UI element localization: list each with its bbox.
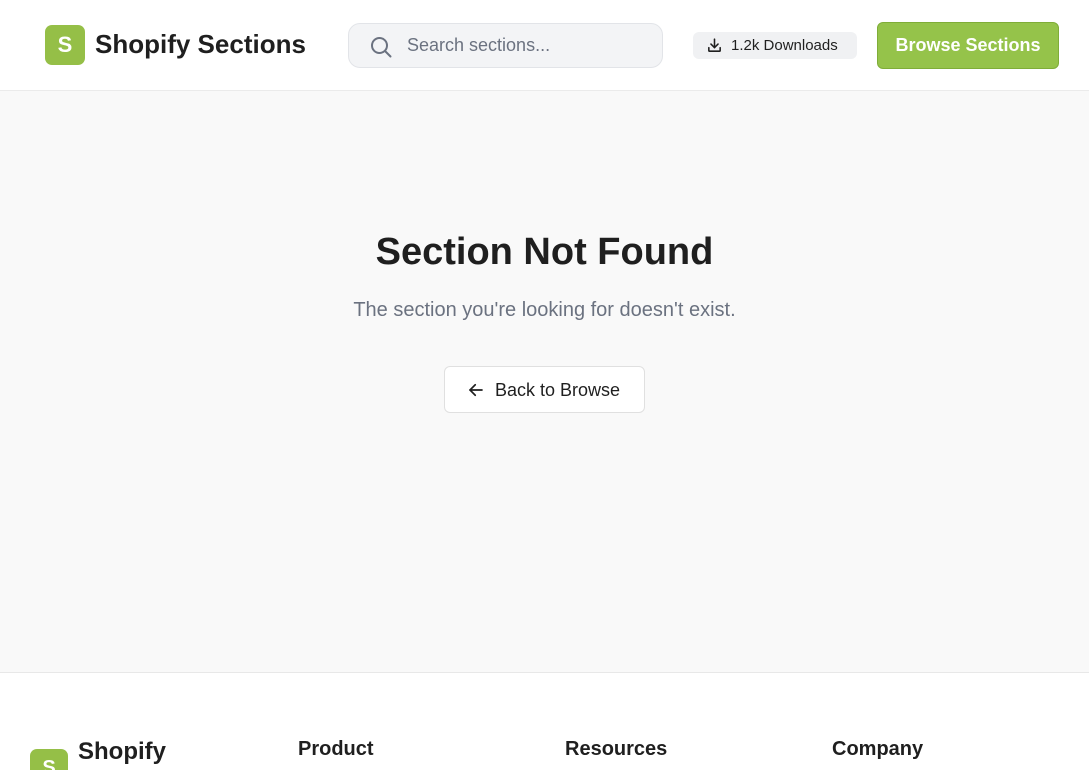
footer-heading-resources: Resources [565, 738, 668, 760]
site-header: S Shopify Sections 1.2k Downloads Browse… [0, 0, 1089, 91]
arrow-left-icon [469, 383, 483, 397]
logo-text[interactable]: Shopify Sections [95, 29, 306, 60]
logo-badge[interactable]: S [45, 25, 85, 65]
site-footer: S Shopify Product Resources Company [0, 674, 1089, 770]
search-input[interactable] [407, 24, 652, 67]
page-title: Section Not Found [375, 231, 714, 273]
back-button-label: Back to Browse [495, 380, 621, 400]
downloads-badge: 1.2k Downloads [693, 32, 857, 59]
downloads-label: 1.2k Downloads [731, 37, 838, 54]
back-to-browse-button[interactable]: Back to Browse [444, 366, 645, 413]
browse-sections-button[interactable]: Browse Sections [877, 22, 1059, 69]
main-content: Section Not Found The section you're loo… [0, 91, 1089, 673]
search-icon [371, 37, 392, 58]
footer-heading-company: Company [832, 738, 924, 760]
search-box[interactable] [348, 23, 663, 68]
page-subtitle: The section you're looking for doesn't e… [353, 299, 736, 321]
download-icon [708, 38, 721, 52]
footer-logo-badge[interactable]: S [30, 749, 68, 770]
footer-logo-text[interactable]: Shopify [78, 738, 166, 766]
footer-heading-product: Product [298, 738, 374, 760]
